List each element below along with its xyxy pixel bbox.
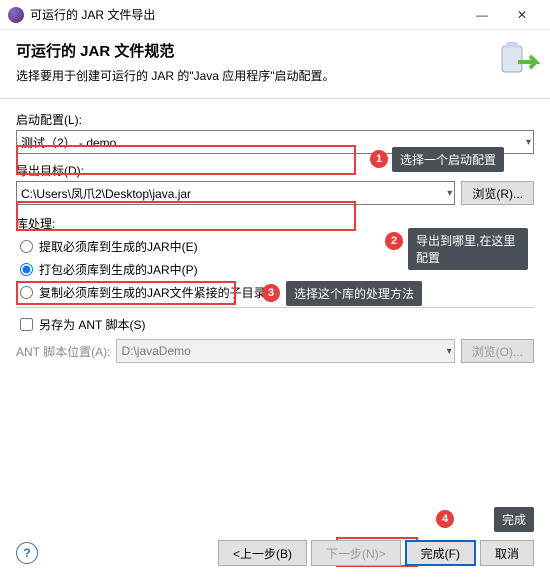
back-button[interactable]: <上一步(B): [218, 540, 307, 566]
chevron-down-icon: ▾: [447, 346, 452, 357]
save-ant-row[interactable]: 另存为 ANT 脚本(S): [20, 316, 534, 333]
radio-extract[interactable]: [20, 240, 33, 253]
marker-1: 1: [370, 150, 388, 168]
cancel-button[interactable]: 取消: [480, 540, 534, 566]
dialog-footer: ? <上一步(B) 下一步(N)> 完成(F) 取消: [0, 540, 550, 566]
divider: [16, 307, 534, 308]
radio-package[interactable]: [20, 263, 33, 276]
header-subtitle: 选择要用于创建可运行的 JAR 的"Java 应用程序"启动配置。: [16, 67, 534, 84]
save-ant-checkbox[interactable]: [20, 318, 33, 331]
chevron-down-icon: ▾: [447, 188, 452, 199]
ant-location-value: D:\javaDemo: [121, 344, 190, 358]
close-button[interactable]: ✕: [502, 1, 542, 29]
annot-1: 选择一个启动配置: [392, 147, 504, 172]
title-bar: 可运行的 JAR 文件导出 — ✕: [0, 0, 550, 30]
browse-ant-button: 浏览(O)...: [461, 339, 534, 363]
annot-3: 选择这个库的处理方法: [286, 281, 422, 306]
annot-2: 导出到哪里,在这里配置: [408, 228, 528, 270]
annot-4: 完成: [494, 507, 534, 532]
next-button: 下一步(N)>: [311, 540, 401, 566]
finish-button[interactable]: 完成(F): [405, 540, 476, 566]
export-dest-value: C:\Users\凤爪2\Desktop\java.jar: [21, 185, 191, 202]
app-icon: [8, 7, 24, 23]
marker-3: 3: [262, 284, 280, 302]
lib-option-extract-label: 提取必须库到生成的JAR中(E): [39, 238, 198, 255]
marker-2: 2: [385, 232, 403, 250]
help-button[interactable]: ?: [16, 542, 38, 564]
minimize-button[interactable]: —: [462, 1, 502, 29]
lib-option-package-label: 打包必须库到生成的JAR中(P): [39, 261, 198, 278]
export-dest-combo[interactable]: C:\Users\凤爪2\Desktop\java.jar ▾: [16, 181, 455, 205]
lib-option-copy-label: 复制必须库到生成的JAR文件紧接的子目录中: [39, 284, 278, 301]
ant-location-label: ANT 脚本位置(A):: [16, 343, 110, 360]
jar-export-icon: [496, 38, 540, 82]
window-title: 可运行的 JAR 文件导出: [30, 6, 462, 23]
launch-config-value: 测试（2） - demo: [21, 134, 116, 151]
browse-dest-button[interactable]: 浏览(R)...: [461, 181, 534, 205]
header-title: 可运行的 JAR 文件规范: [16, 40, 534, 61]
chevron-down-icon: ▾: [526, 137, 531, 148]
dialog-header: 可运行的 JAR 文件规范 选择要用于创建可运行的 JAR 的"Java 应用程…: [0, 30, 550, 99]
save-ant-label: 另存为 ANT 脚本(S): [39, 316, 145, 333]
launch-config-label: 启动配置(L):: [16, 111, 534, 128]
marker-4: 4: [436, 510, 454, 528]
ant-location-combo: D:\javaDemo ▾: [116, 339, 454, 363]
radio-copy[interactable]: [20, 286, 33, 299]
